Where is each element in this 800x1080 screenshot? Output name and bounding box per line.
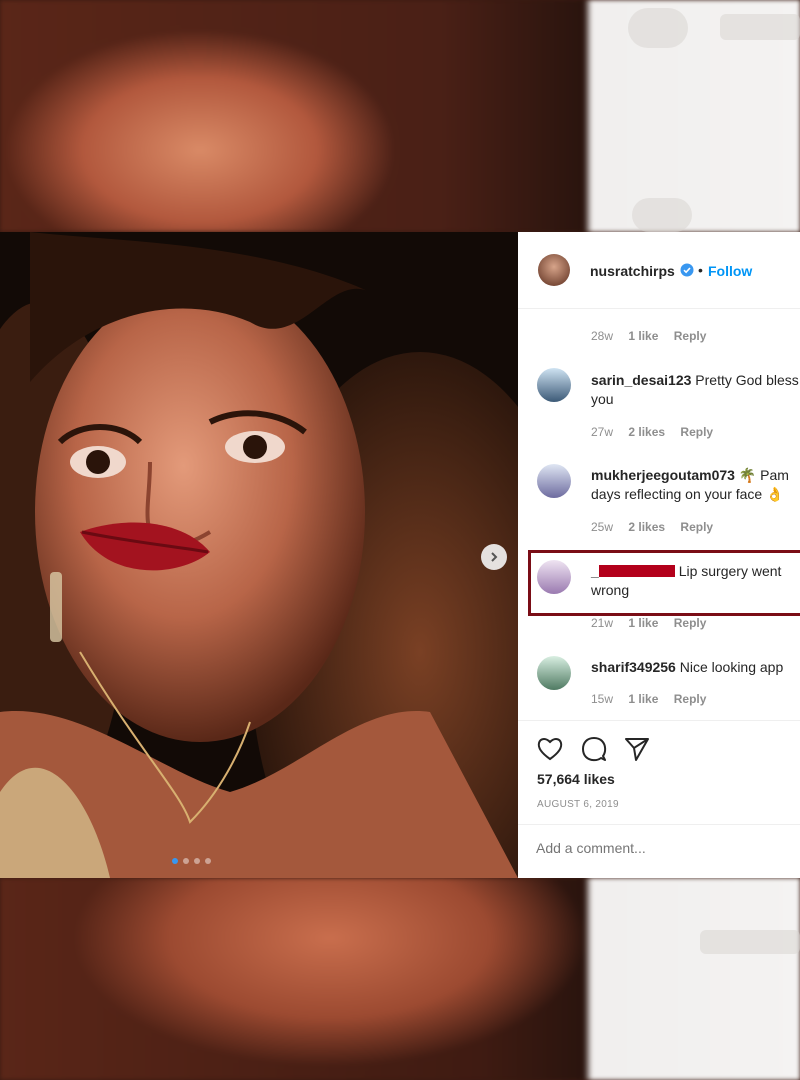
reply-button[interactable]: Reply — [674, 616, 707, 630]
post-username[interactable]: nusratchirps — [590, 263, 675, 279]
add-comment-input[interactable] — [536, 834, 786, 862]
blurred-text — [720, 14, 800, 40]
carousel-dot — [172, 858, 178, 864]
comment-likes[interactable]: 2 likes — [628, 520, 665, 534]
comment-meta: 27w 2 likes Reply — [591, 425, 725, 439]
blurred-text — [700, 930, 800, 954]
carousel-dot — [205, 858, 211, 864]
reply-button[interactable]: Reply — [674, 329, 707, 343]
post-photo[interactable] — [0, 232, 518, 878]
comment-likes[interactable]: 1 like — [628, 616, 658, 630]
carousel-dot — [183, 858, 189, 864]
divider — [518, 824, 800, 825]
blurred-avatar — [632, 198, 692, 232]
comment-time: 25w — [591, 520, 614, 534]
comment-likes[interactable]: 1 like — [628, 329, 658, 343]
blurred-background-bottom — [0, 878, 800, 1080]
comment-username[interactable]: mukherjeegoutam073 — [591, 467, 735, 483]
next-arrow-icon — [491, 552, 498, 562]
comment-meta: 21w 1 like Reply — [591, 616, 718, 630]
comment-meta: 25w 2 likes Reply — [591, 520, 725, 534]
carousel-indicator — [172, 858, 211, 864]
post-actions: 57,664 likes AUGUST 6, 2019 — [518, 720, 800, 878]
verified-badge-icon — [680, 263, 694, 277]
reply-button[interactable]: Reply — [674, 692, 707, 706]
comment-body: Nice looking app — [679, 659, 784, 675]
separator-dot: • — [698, 262, 703, 278]
avatar[interactable] — [537, 656, 571, 690]
comment-time: 27w — [591, 425, 614, 439]
share-icon[interactable] — [624, 736, 650, 762]
blurred-avatar — [628, 8, 688, 48]
follow-button[interactable]: Follow — [708, 263, 752, 279]
like-count[interactable]: 57,664 likes — [537, 771, 615, 787]
comment-likes[interactable]: 1 like — [628, 692, 658, 706]
comment-likes[interactable]: 2 likes — [628, 425, 665, 439]
comment-time: 15w — [591, 692, 614, 706]
highlight-box — [528, 550, 800, 616]
next-photo-button[interactable] — [481, 544, 507, 570]
avatar[interactable] — [538, 254, 570, 286]
avatar[interactable] — [537, 368, 571, 402]
post-header: nusratchirps • Follow — [518, 232, 800, 309]
post-date: AUGUST 6, 2019 — [537, 799, 619, 810]
comment-time: 28w — [591, 329, 614, 343]
reply-button[interactable]: Reply — [680, 425, 713, 439]
carousel-dot — [194, 858, 200, 864]
comment-meta: 15w 1 like Reply — [591, 692, 718, 706]
comment-text: mukherjeegoutam073 🌴 Pam days reflecting… — [591, 466, 800, 504]
comment-time: 21w — [591, 616, 614, 630]
comment-username[interactable]: sharif349256 — [591, 659, 676, 675]
comment-icon[interactable] — [580, 735, 608, 763]
comment-meta: 28w 1 like Reply — [591, 329, 718, 343]
comment-username[interactable]: sarin_desai123 — [591, 372, 691, 388]
comment-text: sarin_desai123 Pretty God bless you — [591, 371, 800, 409]
reply-button[interactable]: Reply — [680, 520, 713, 534]
comment-text: sharif349256 Nice looking app — [591, 658, 800, 677]
avatar[interactable] — [537, 464, 571, 498]
heart-icon[interactable] — [536, 736, 564, 762]
